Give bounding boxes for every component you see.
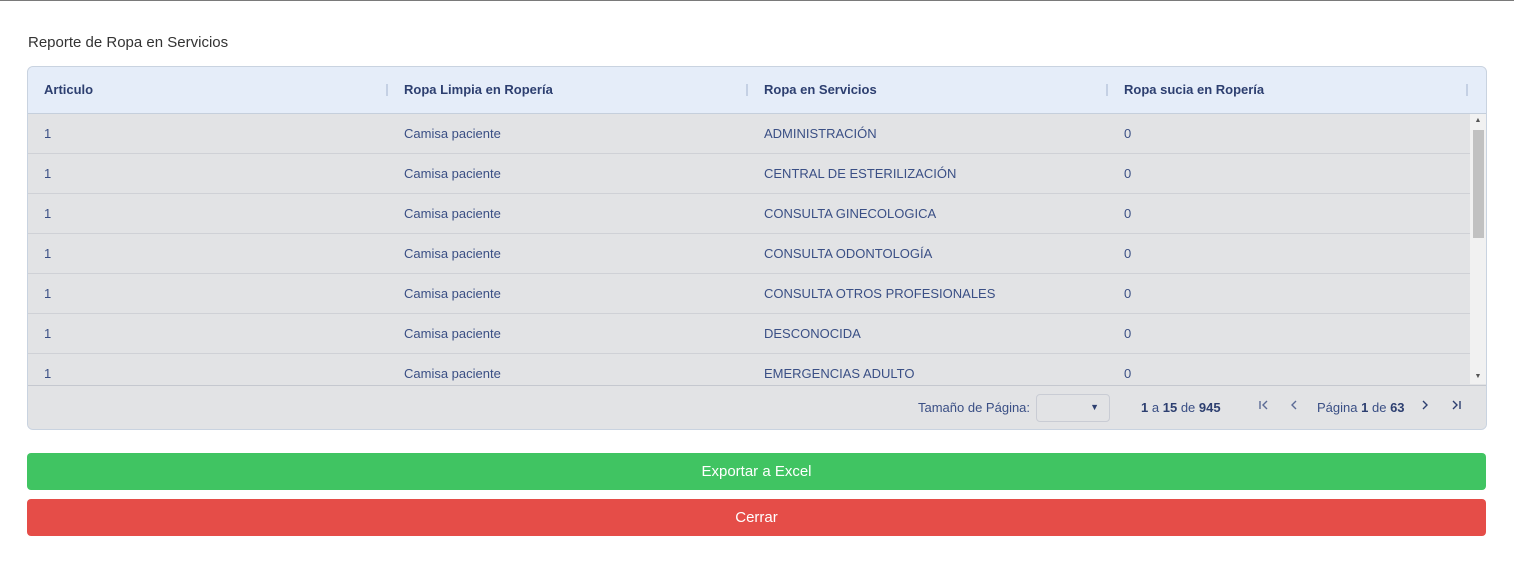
row-range-word: a [1151,400,1160,415]
page-word: Página [1317,400,1358,415]
table-row[interactable]: 1 Camisa paciente DESCONOCIDA 0 [28,314,1470,354]
cell-ropa-servicios: EMERGENCIAS ADULTO [764,366,915,381]
page-of-word: de [1371,400,1387,415]
report-grid: Articulo Ropa Limpia en Ropería Ropa en … [27,66,1487,430]
cell-ropa-servicios: ADMINISTRACIÓN [764,126,877,141]
cell-articulo: 1 [44,246,52,261]
column-header-ropa-limpia[interactable]: Ropa Limpia en Ropería [388,67,748,113]
previous-page-icon[interactable] [1286,398,1302,416]
cell-articulo: 1 [44,366,52,381]
export-excel-button[interactable]: Exportar a Excel [27,453,1486,490]
cell-ropa-servicios: CONSULTA GINECOLOGICA [764,206,937,221]
page-size-select[interactable]: ▼ [1036,394,1110,422]
row-range-summary: 1 a 15 de 945 [1141,400,1221,415]
chevron-down-icon: ▼ [1090,402,1099,412]
page-total: 63 [1390,400,1405,415]
table-row[interactable]: 1 Camisa paciente CONSULTA ODONTOLOGÍA 0 [28,234,1470,274]
grid-body[interactable]: 1 Camisa paciente ADMINISTRACIÓN 0 1 Cam… [28,114,1470,384]
row-total: 945 [1198,400,1221,415]
next-page-icon[interactable] [1417,398,1433,416]
page-indicator: Página 1 de 63 [1317,400,1405,415]
column-header-ropa-servicios[interactable]: Ropa en Servicios [748,67,1108,113]
column-header-label: Ropa Limpia en Ropería [404,82,553,97]
column-header-label: Articulo [44,82,94,97]
row-of-word: de [1180,400,1196,415]
column-resize-handle[interactable] [1466,84,1468,96]
cell-ropa-limpia: Camisa paciente [404,286,501,301]
page-current: 1 [1361,400,1369,415]
modal-title: Reporte de Ropa en Servicios [28,34,229,51]
cell-ropa-sucia: 0 [1124,206,1132,221]
scrollbar-thumb[interactable] [1473,130,1484,238]
cell-ropa-sucia: 0 [1124,246,1132,261]
grid-pagination-bar: Tamaño de Página: ▼ 1 a 15 de 945 Página… [28,385,1486,429]
column-header-articulo[interactable]: Articulo [28,67,388,113]
cell-ropa-servicios: DESCONOCIDA [764,326,861,341]
page-size-label: Tamaño de Página: [918,400,1031,415]
cell-ropa-servicios: CONSULTA ODONTOLOGÍA [764,246,933,261]
cell-ropa-sucia: 0 [1124,166,1132,181]
cell-ropa-limpia: Camisa paciente [404,166,501,181]
cell-ropa-sucia: 0 [1124,326,1132,341]
cell-articulo: 1 [44,286,52,301]
column-header-ropa-sucia[interactable]: Ropa sucia en Ropería [1108,67,1468,113]
vertical-scrollbar[interactable]: ▲ ▼ [1470,114,1486,384]
last-page-icon[interactable] [1448,398,1464,416]
cell-ropa-limpia: Camisa paciente [404,246,501,261]
cell-ropa-limpia: Camisa paciente [404,326,501,341]
cell-ropa-sucia: 0 [1124,126,1132,141]
grid-header: Articulo Ropa Limpia en Ropería Ropa en … [28,67,1486,114]
table-row[interactable]: 1 Camisa paciente ADMINISTRACIÓN 0 [28,114,1470,154]
scroll-up-arrow-icon[interactable]: ▲ [1470,114,1486,128]
cell-articulo: 1 [44,126,52,141]
cell-ropa-servicios: CONSULTA OTROS PROFESIONALES [764,286,996,301]
first-page-icon[interactable] [1256,398,1272,416]
row-to: 15 [1162,400,1178,415]
cell-ropa-sucia: 0 [1124,366,1132,381]
table-row[interactable]: 1 Camisa paciente CENTRAL DE ESTERILIZAC… [28,154,1470,194]
column-header-label: Ropa sucia en Ropería [1124,82,1265,97]
cell-articulo: 1 [44,206,52,221]
cell-articulo: 1 [44,326,52,341]
cell-ropa-servicios: CENTRAL DE ESTERILIZACIÓN [764,166,957,181]
close-button[interactable]: Cerrar [27,499,1486,536]
table-row[interactable]: 1 Camisa paciente CONSULTA GINECOLOGICA … [28,194,1470,234]
cell-articulo: 1 [44,166,52,181]
column-header-label: Ropa en Servicios [764,82,877,97]
row-from: 1 [1141,400,1149,415]
cell-ropa-limpia: Camisa paciente [404,206,501,221]
cell-ropa-limpia: Camisa paciente [404,126,501,141]
table-row[interactable]: 1 Camisa paciente CONSULTA OTROS PROFESI… [28,274,1470,314]
window-top-border [0,0,1514,1]
cell-ropa-sucia: 0 [1124,286,1132,301]
scroll-down-arrow-icon[interactable]: ▼ [1470,370,1486,384]
cell-ropa-limpia: Camisa paciente [404,366,501,381]
table-row[interactable]: 1 Camisa paciente EMERGENCIAS ADULTO 0 [28,354,1470,384]
